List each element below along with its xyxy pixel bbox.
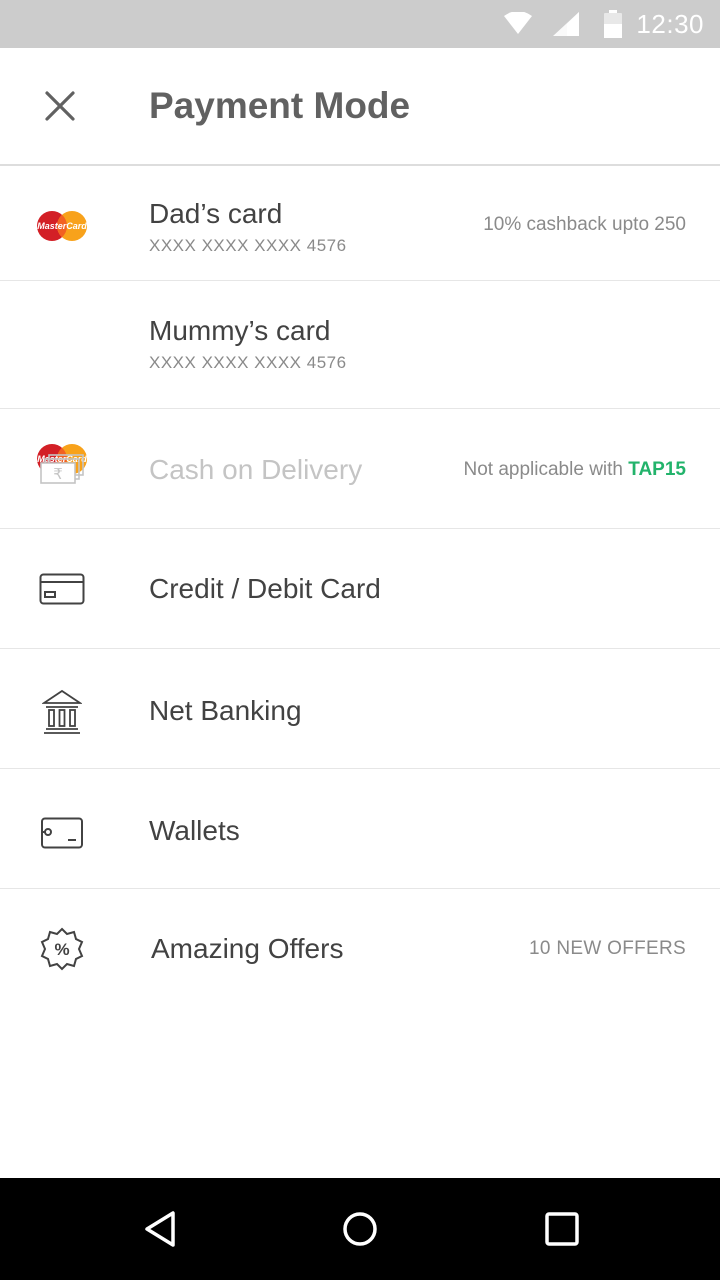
close-icon	[45, 91, 75, 121]
card-name: Mummy’s card	[149, 315, 331, 346]
mastercard-logo-icon: MasterCard	[36, 210, 88, 242]
new-offers-badge[interactable]: 10 NEW OFFERS	[529, 938, 686, 960]
bank-icon	[36, 689, 88, 735]
saved-card-dad[interactable]: MasterCard Dad’s card XXXX XXXX XXXX 457…	[0, 166, 720, 281]
cashback-offer: 10% cashback upto 250	[483, 214, 686, 235]
amazing-offers-option[interactable]: % Amazing Offers 10 NEW OFFERS	[0, 889, 720, 1008]
svg-text:MasterCard: MasterCard	[37, 221, 87, 231]
cash-on-delivery-option: ₹ Cash on Delivery Not applicable with T…	[0, 409, 720, 529]
close-button[interactable]	[30, 76, 90, 136]
net-banking-label: Net Banking	[149, 695, 302, 726]
credit-debit-label: Credit / Debit Card	[149, 573, 381, 604]
card-number: XXXX XXXX XXXX 4576	[149, 236, 347, 255]
saved-card-mummy[interactable]: MasterCard Mummy’s card XXXX XXXX XXXX 4…	[0, 281, 720, 474]
payment-mode-list: MasterCard Dad’s card XXXX XXXX XXXX 457…	[0, 166, 720, 1008]
wifi-icon	[504, 0, 532, 48]
home-icon	[343, 1212, 377, 1246]
credit-card-icon	[36, 572, 88, 606]
card-number: XXXX XXXX XXXX 4576	[149, 353, 347, 372]
net-banking-option[interactable]: Net Banking	[0, 649, 720, 769]
card-name: Dad’s card	[149, 198, 283, 229]
app-header: Payment Mode	[0, 48, 720, 166]
status-bar: 12:30	[0, 0, 720, 48]
wallet-icon	[36, 817, 88, 849]
offers-label: Amazing Offers	[151, 933, 344, 964]
offer-percent-icon: %	[36, 927, 88, 971]
recents-icon	[545, 1212, 579, 1246]
navigation-bar	[0, 1178, 720, 1280]
recents-button[interactable]	[512, 1178, 612, 1280]
promo-code: TAP15	[628, 459, 686, 480]
signal-icon	[553, 0, 579, 48]
battery-icon	[604, 0, 622, 48]
wallets-option[interactable]: Wallets	[0, 769, 720, 889]
cod-note: Not applicable with TAP15	[464, 459, 687, 481]
back-button[interactable]	[110, 1178, 210, 1280]
home-button[interactable]	[310, 1178, 410, 1280]
wallets-label: Wallets	[149, 815, 240, 846]
cash-icon: ₹	[36, 453, 88, 487]
cod-label: Cash on Delivery	[149, 454, 363, 485]
back-icon	[145, 1211, 175, 1247]
svg-text:₹: ₹	[53, 465, 63, 483]
status-time: 12:30	[636, 8, 704, 39]
credit-debit-card-option[interactable]: Credit / Debit Card	[0, 529, 720, 649]
cod-note-text: Not applicable with	[463, 459, 623, 480]
page-title: Payment Mode	[149, 85, 411, 126]
svg-text:%: %	[54, 940, 69, 959]
